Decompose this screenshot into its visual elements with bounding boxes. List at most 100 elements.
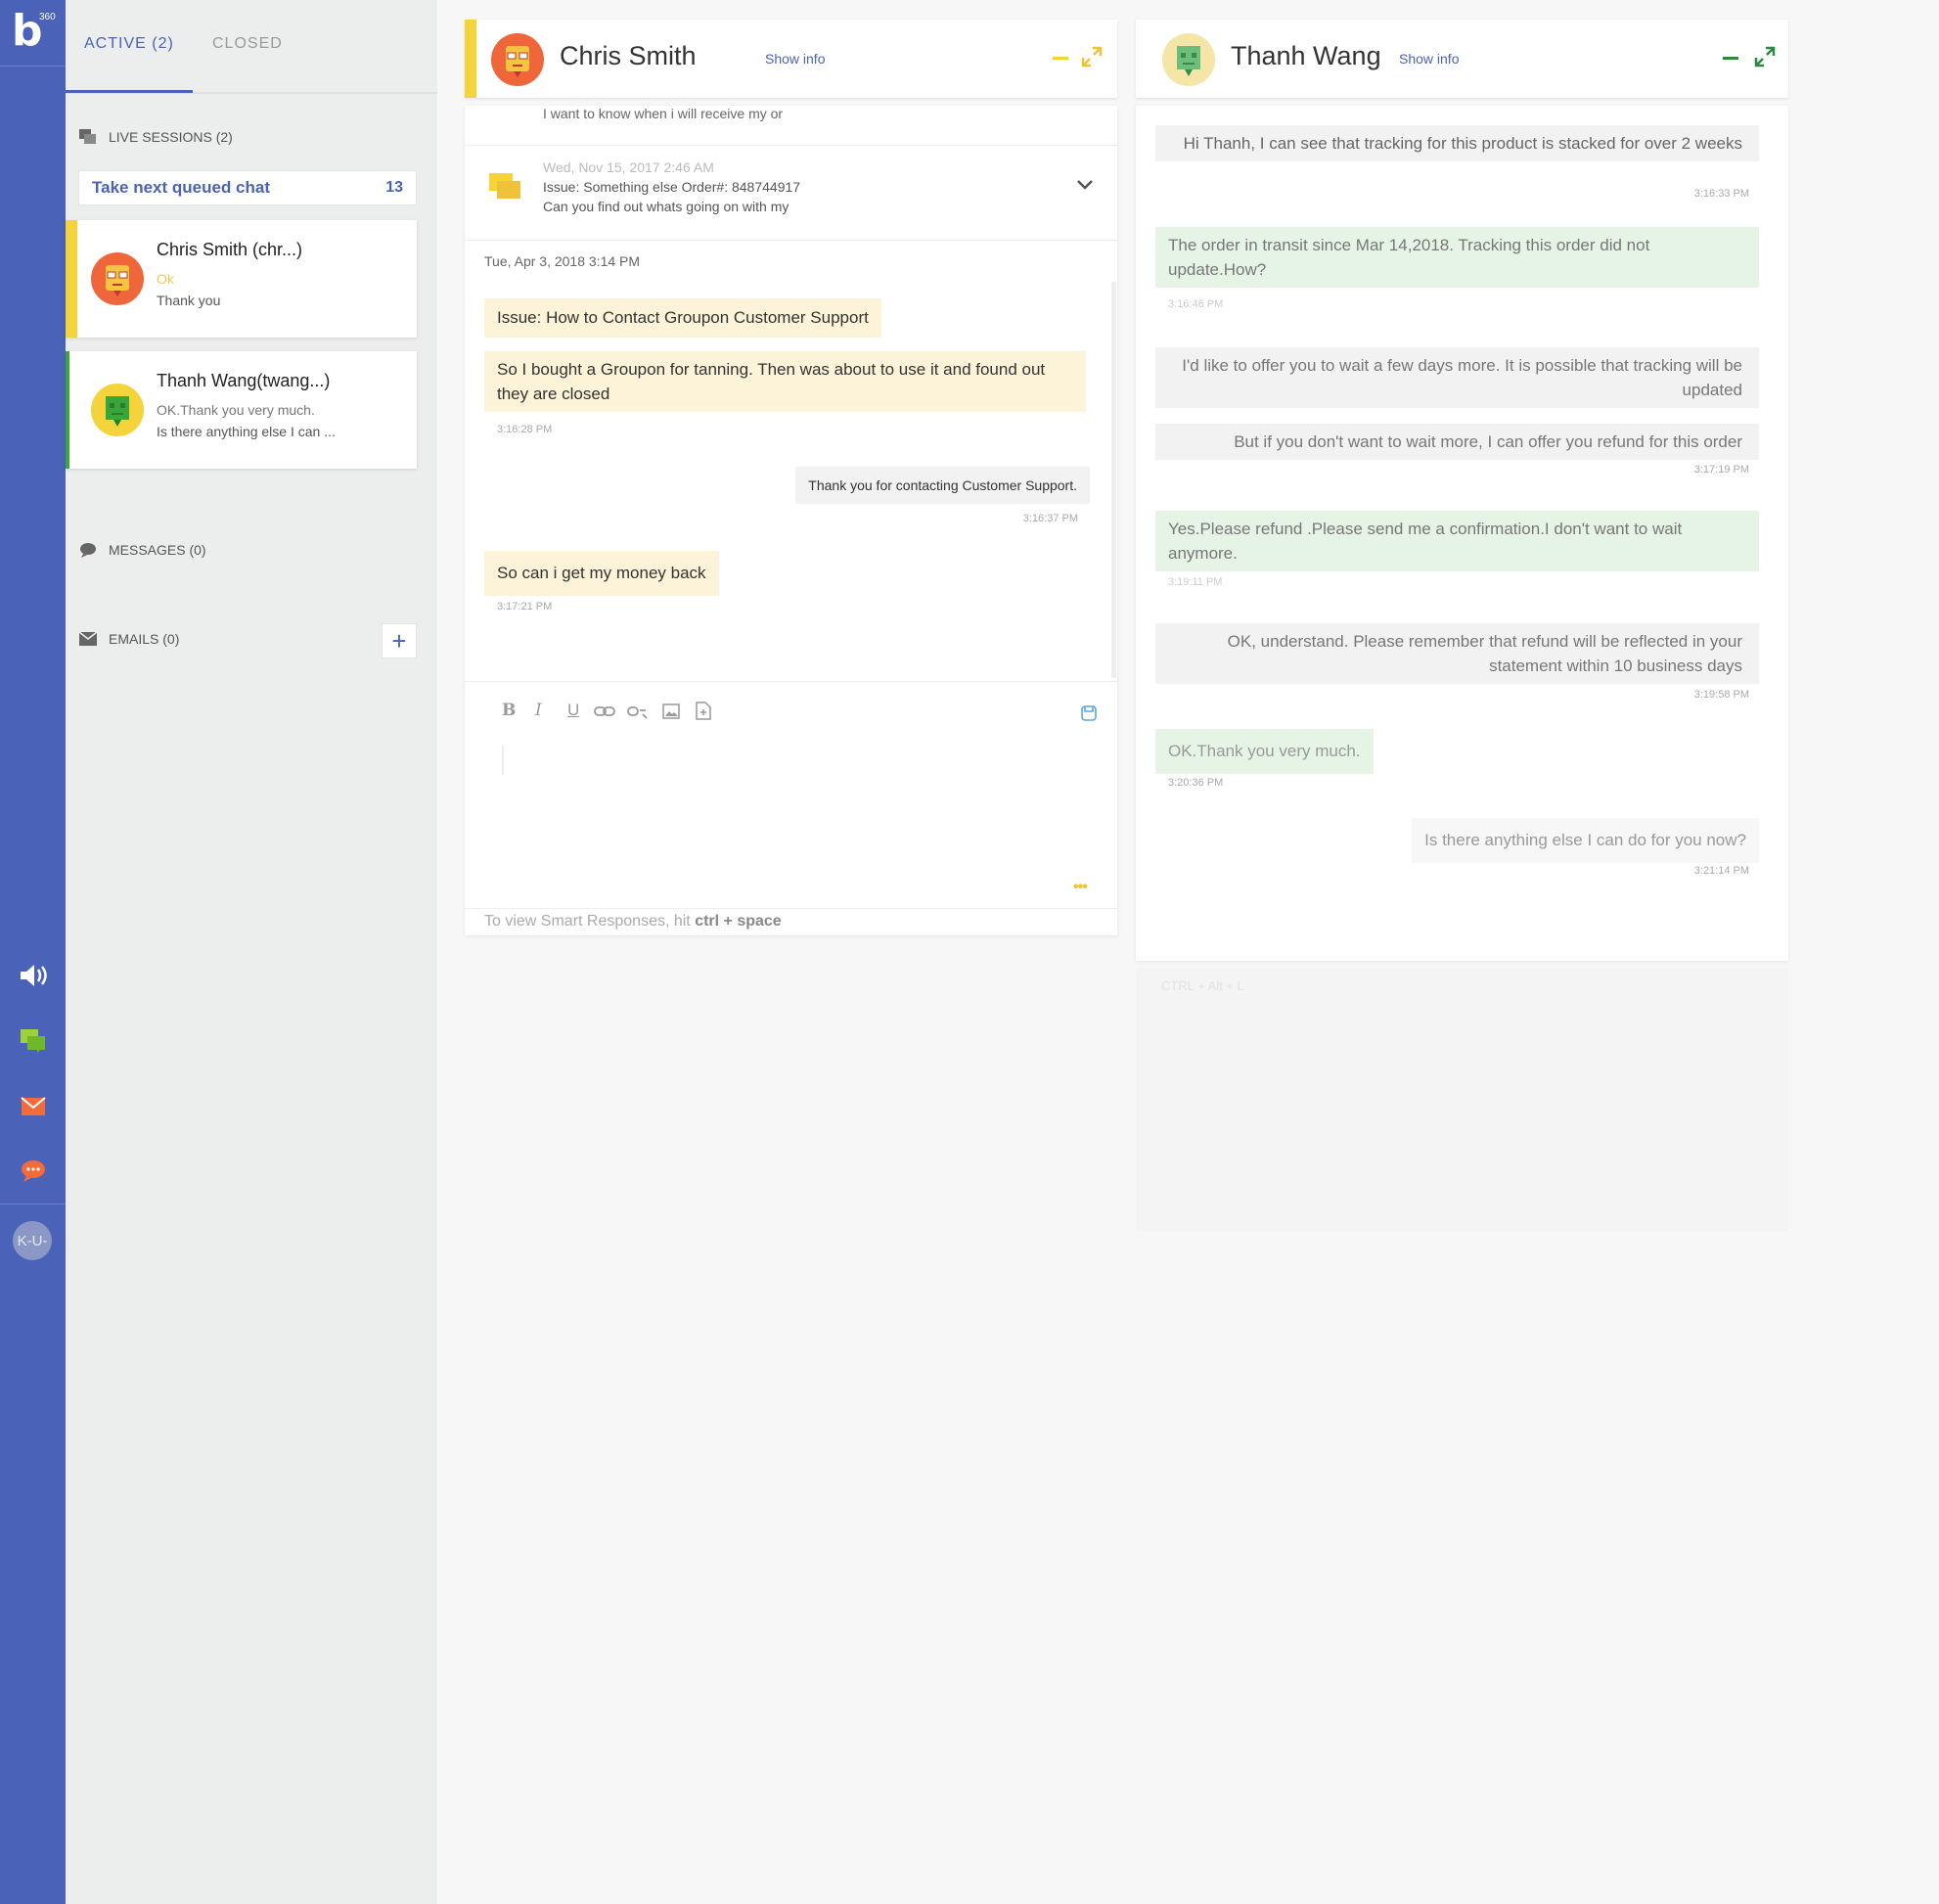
session-last-message: Ok	[157, 271, 174, 287]
underline-icon[interactable]: U	[567, 701, 579, 720]
session-name: Chris Smith (chr...)	[157, 240, 303, 259]
mail-icon	[79, 632, 97, 646]
message-timestamp: 3:19:58 PM	[1693, 689, 1749, 701]
agent-message: But if you don't want to wait more, I ca…	[1155, 424, 1759, 460]
live-sessions-label: LIVE SESSIONS (2)	[109, 129, 233, 145]
rail-divider	[0, 66, 66, 67]
live-sessions-header: LIVE SESSIONS (2)	[79, 129, 233, 145]
emails-header[interactable]: EMAILS (0)	[79, 631, 179, 647]
ticket-date: Wed, Nov 15, 2017 2:46 AM	[543, 159, 714, 175]
chat-panel-chris-smith: I want to know when i will receive my or…	[465, 106, 1117, 935]
chat-header-chris-smith: Chris Smith Show info	[465, 20, 1117, 98]
customer-message: So can i get my money back	[484, 551, 719, 596]
minimize-icon[interactable]	[1053, 57, 1068, 60]
unlink-icon[interactable]	[627, 704, 649, 720]
chat-title: Thanh Wang	[1231, 41, 1381, 70]
ticket-preview: Can you find out whats going on with my	[543, 199, 789, 214]
message-timestamp: 3:17:21 PM	[497, 601, 553, 612]
agent-message: OK, understand. Please remember that ref…	[1155, 623, 1759, 684]
expand-icon[interactable]	[1754, 46, 1776, 68]
link-icon[interactable]	[594, 704, 615, 718]
customer-message: OK.Thank you very much.	[1155, 729, 1374, 774]
session-tabs: ACTIVE (2) CLOSED	[66, 0, 437, 94]
customer-message: So I bought a Groupon for tanning. Then …	[484, 351, 1086, 412]
sms-icon[interactable]	[0, 1148, 66, 1195]
session-item-thanh-wang[interactable]: Thanh Wang(twang...) OK.Thank you very m…	[66, 351, 417, 469]
session-sidebar: ACTIVE (2) CLOSED LIVE SESSIONS (2) Take…	[66, 0, 437, 1904]
chat-header-thanh-wang: Thanh Wang Show info	[1136, 20, 1788, 98]
avatar	[91, 252, 144, 305]
date-divider: Tue, Apr 3, 2018 3:14 PM	[484, 253, 641, 269]
tab-closed[interactable]: CLOSED	[212, 35, 283, 53]
messages-header[interactable]: MESSAGES (0)	[79, 542, 206, 558]
session-last-message: OK.Thank you very much.	[157, 402, 315, 418]
more-options-icon[interactable]: •••	[1073, 879, 1088, 896]
agent-message: I'd like to offer you to wait a few days…	[1155, 347, 1759, 408]
volume-icon[interactable]	[0, 952, 66, 999]
message-timestamp: 3:20:36 PM	[1168, 777, 1224, 789]
messages-label: MESSAGES (0)	[109, 542, 206, 558]
show-info-link[interactable]: Show info	[765, 51, 825, 67]
session-preview: Is there anything else I can ...	[157, 424, 336, 439]
minimize-icon[interactable]	[1723, 57, 1738, 60]
customer-message: Yes.Please refund .Please send me a conf…	[1155, 511, 1759, 571]
message-composer[interactable]: CTRL + Alt + L	[1136, 969, 1788, 1231]
mail-icon[interactable]	[0, 1083, 66, 1130]
scrollbar[interactable]	[1111, 282, 1116, 678]
session-item-chris-smith[interactable]: Chris Smith (chr...) Ok Thank you	[66, 220, 417, 338]
message-timestamp: 3:16:37 PM	[1022, 513, 1078, 524]
hint-keys: ctrl + space	[695, 913, 782, 929]
expand-icon[interactable]	[1081, 46, 1103, 68]
message-timestamp: 3:19:11 PM	[1168, 576, 1223, 588]
message-composer[interactable]	[465, 682, 1117, 917]
truncated-message: I want to know when i will receive my or	[543, 106, 784, 121]
logo-letter: b	[12, 6, 43, 56]
add-email-button[interactable]: +	[382, 623, 417, 658]
previous-ticket-summary[interactable]: Wed, Nov 15, 2017 2:46 AM Issue: Somethi…	[465, 146, 1117, 241]
message-bubble-icon	[80, 543, 96, 558]
user-avatar[interactable]: K-U-	[13, 1221, 52, 1260]
active-tab-indicator	[66, 90, 193, 93]
hint-text: To view Smart Responses, hit	[484, 913, 696, 929]
save-icon[interactable]	[1080, 704, 1098, 722]
shortcut-hint: CTRL + Alt + L	[1161, 978, 1244, 993]
chat-panel-thanh-wang: Hi Thanh, I can see that tracking for th…	[1136, 106, 1788, 961]
rail-divider-bottom	[0, 1203, 66, 1204]
show-info-link[interactable]: Show info	[1399, 51, 1459, 67]
customer-message: Issue: How to Contact Groupon Customer S…	[484, 298, 881, 338]
session-name: Thanh Wang(twang...)	[157, 371, 331, 390]
message-timestamp: 3:16:33 PM	[1693, 188, 1749, 200]
chat-title: Chris Smith	[560, 41, 697, 70]
chat-bubbles-icon[interactable]	[0, 1018, 66, 1065]
ticket-issue: Issue: Something else Order#: 848744917	[543, 179, 801, 195]
file-icon[interactable]	[696, 702, 711, 720]
chat-bubbles-icon	[489, 173, 520, 199]
smart-responses-hint: To view Smart Responses, hit ctrl + spac…	[484, 913, 782, 930]
agent-message: Hi Thanh, I can see that tracking for th…	[1155, 125, 1759, 161]
bold-icon[interactable]: B	[502, 701, 516, 720]
logo-superscript: 360	[39, 12, 56, 23]
session-accent-bar	[66, 351, 69, 469]
divider	[465, 240, 1117, 241]
customer-message: The order in transit since Mar 14,2018. …	[1155, 227, 1759, 288]
italic-icon[interactable]: I	[535, 701, 542, 720]
avatar[interactable]	[491, 33, 544, 86]
message-timestamp: 3:17:19 PM	[1693, 464, 1749, 476]
queue-label: Take next queued chat	[92, 178, 271, 197]
session-accent-bar	[66, 220, 77, 338]
emails-label: EMAILS (0)	[109, 631, 180, 647]
chevron-down-icon[interactable]	[1076, 179, 1094, 191]
image-icon[interactable]	[662, 703, 680, 719]
divider	[465, 908, 1117, 909]
text-cursor	[502, 746, 504, 775]
message-timestamp: 3:16:46 PM	[1168, 298, 1224, 310]
avatar	[91, 384, 144, 436]
agent-message: Is there anything else I can do for you …	[1412, 818, 1759, 863]
tab-active[interactable]: ACTIVE (2)	[84, 35, 174, 53]
chat-bubbles-icon	[79, 129, 96, 144]
take-next-queued-chat-button[interactable]: Take next queued chat 13	[78, 170, 417, 205]
session-preview: Thank you	[157, 293, 221, 308]
message-timestamp: 3:21:14 PM	[1693, 865, 1749, 877]
avatar[interactable]	[1162, 33, 1215, 86]
brand-logo[interactable]: b 360	[8, 6, 57, 59]
